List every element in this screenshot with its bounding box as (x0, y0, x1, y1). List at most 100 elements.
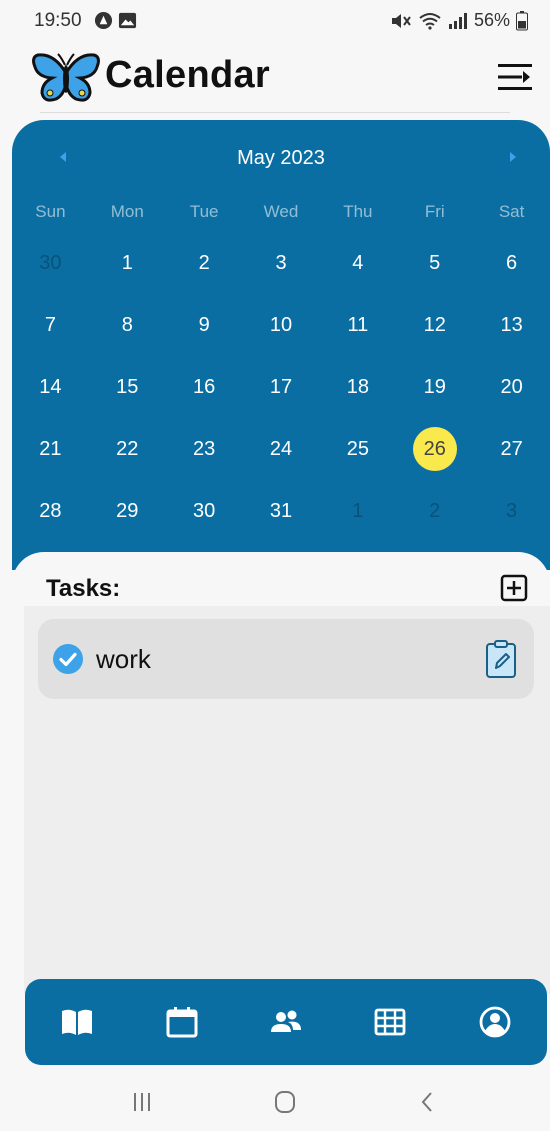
home-icon[interactable] (269, 1088, 301, 1116)
day-cell[interactable]: 12 (396, 294, 473, 356)
table-icon[interactable] (372, 1005, 408, 1039)
day-cell[interactable]: 8 (89, 294, 166, 356)
day-number: 3 (275, 251, 287, 274)
task-item[interactable]: work (38, 619, 534, 699)
day-cell[interactable]: 6 (473, 232, 550, 294)
day-cell[interactable]: 9 (166, 294, 243, 356)
day-number: 2 (198, 251, 210, 274)
day-cell[interactable]: 31 (243, 480, 320, 542)
day-number: 31 (269, 499, 293, 522)
task-label: work (96, 644, 151, 674)
alert-circle-icon (94, 11, 113, 30)
day-cell[interactable]: 19 (396, 356, 473, 418)
day-number: 25 (346, 437, 369, 460)
day-number: 23 (193, 437, 216, 460)
day-number: 12 (423, 313, 446, 336)
weekday-label: Fri (424, 202, 445, 221)
day-number: 8 (121, 313, 133, 336)
weekday-label: Sun (35, 202, 66, 221)
day-cell[interactable]: 5 (396, 232, 473, 294)
day-number: 24 (269, 437, 293, 460)
app-screen: 19:50 56% Calendar May 2023 Sun Mon Tue … (0, 0, 550, 1131)
week-row: 7 8 9 10 11 12 13 (12, 294, 550, 356)
week-row: 28 29 30 31 1 2 3 (12, 480, 550, 542)
user-circle-icon[interactable] (477, 1005, 513, 1039)
people-icon[interactable] (268, 1005, 304, 1039)
day-cell[interactable]: 1 (319, 480, 396, 542)
day-cell[interactable]: 24 (243, 418, 320, 480)
day-number: 16 (193, 375, 216, 398)
day-number: 22 (116, 437, 139, 460)
day-number: 7 (44, 313, 56, 336)
weekday-label: Wed (263, 202, 299, 221)
day-number: 30 (193, 499, 216, 522)
day-cell[interactable]: 7 (12, 294, 89, 356)
day-cell[interactable]: 18 (319, 356, 396, 418)
clipboard-edit-icon[interactable] (484, 639, 518, 679)
day-cell[interactable]: 30 (12, 232, 89, 294)
butterfly-icon (32, 53, 100, 102)
mute-icon (391, 13, 411, 28)
day-cell[interactable]: 2 (396, 480, 473, 542)
day-number: 13 (500, 313, 523, 336)
battery-icon (516, 10, 528, 30)
day-number: 1 (352, 499, 364, 522)
status-indicators: 56% (390, 10, 528, 31)
day-cell[interactable]: 27 (473, 418, 550, 480)
day-cell[interactable]: 25 (319, 418, 396, 480)
day-cell[interactable]: 10 (243, 294, 320, 356)
calendar-icon[interactable] (164, 1005, 200, 1039)
day-cell[interactable]: 15 (89, 356, 166, 418)
day-cell[interactable]: 21 (12, 418, 89, 480)
day-cell[interactable]: 11 (319, 294, 396, 356)
day-cell[interactable]: 20 (473, 356, 550, 418)
system-nav (0, 1070, 550, 1131)
day-number: 18 (346, 375, 369, 398)
tasks-title: Tasks: (46, 575, 121, 602)
day-number: 29 (116, 499, 139, 522)
next-month-icon[interactable] (506, 150, 520, 164)
calendar: May 2023 Sun Mon Tue Wed Thu Fri Sat 30 … (12, 120, 550, 570)
day-cell[interactable]: 14 (12, 356, 89, 418)
plus-square-icon[interactable] (500, 574, 528, 602)
day-cell[interactable]: 17 (243, 356, 320, 418)
day-cell[interactable]: 16 (166, 356, 243, 418)
signal-icon (448, 12, 467, 29)
day-cell[interactable]: 22 (89, 418, 166, 480)
weekday-row: Sun Mon Tue Wed Thu Fri Sat (12, 192, 550, 232)
day-number: 5 (429, 251, 441, 274)
day-number: 15 (116, 375, 139, 398)
week-row: 14 15 16 17 18 19 20 (12, 356, 550, 418)
app-title: Calendar (105, 54, 271, 96)
menu-collapse-icon[interactable] (496, 60, 534, 94)
day-cell[interactable]: 1 (89, 232, 166, 294)
day-cell[interactable]: 29 (89, 480, 166, 542)
day-number: 17 (269, 375, 293, 398)
book-icon[interactable] (59, 1005, 95, 1039)
day-cell[interactable]: 3 (473, 480, 550, 542)
day-cell[interactable]: 23 (166, 418, 243, 480)
back-icon[interactable] (412, 1088, 444, 1116)
day-cell[interactable]: 28 (12, 480, 89, 542)
recent-apps-icon[interactable] (126, 1088, 158, 1116)
day-number: 10 (269, 313, 293, 336)
bottom-nav (25, 979, 547, 1065)
tasks-panel: Tasks: work (12, 552, 550, 994)
day-number: 26 (412, 427, 457, 471)
calendar-grid: Sun Mon Tue Wed Thu Fri Sat 30 1 2 3 4 5… (12, 192, 550, 542)
day-number: 9 (198, 313, 210, 336)
day-number: 20 (500, 375, 523, 398)
weekday-label: Sat (498, 202, 525, 221)
day-cell[interactable]: 4 (319, 232, 396, 294)
day-cell[interactable]: 2 (166, 232, 243, 294)
day-cell[interactable]: 3 (243, 232, 320, 294)
day-cell-today[interactable]: 26 (396, 418, 473, 480)
day-number: 11 (347, 313, 369, 336)
day-cell[interactable]: 30 (166, 480, 243, 542)
day-number: 1 (121, 251, 133, 274)
day-cell[interactable]: 13 (473, 294, 550, 356)
week-row: 30 1 2 3 4 5 6 (12, 232, 550, 294)
weekday-label: Thu (343, 202, 373, 221)
day-number: 19 (423, 375, 446, 398)
check-circle-icon[interactable] (52, 643, 84, 675)
